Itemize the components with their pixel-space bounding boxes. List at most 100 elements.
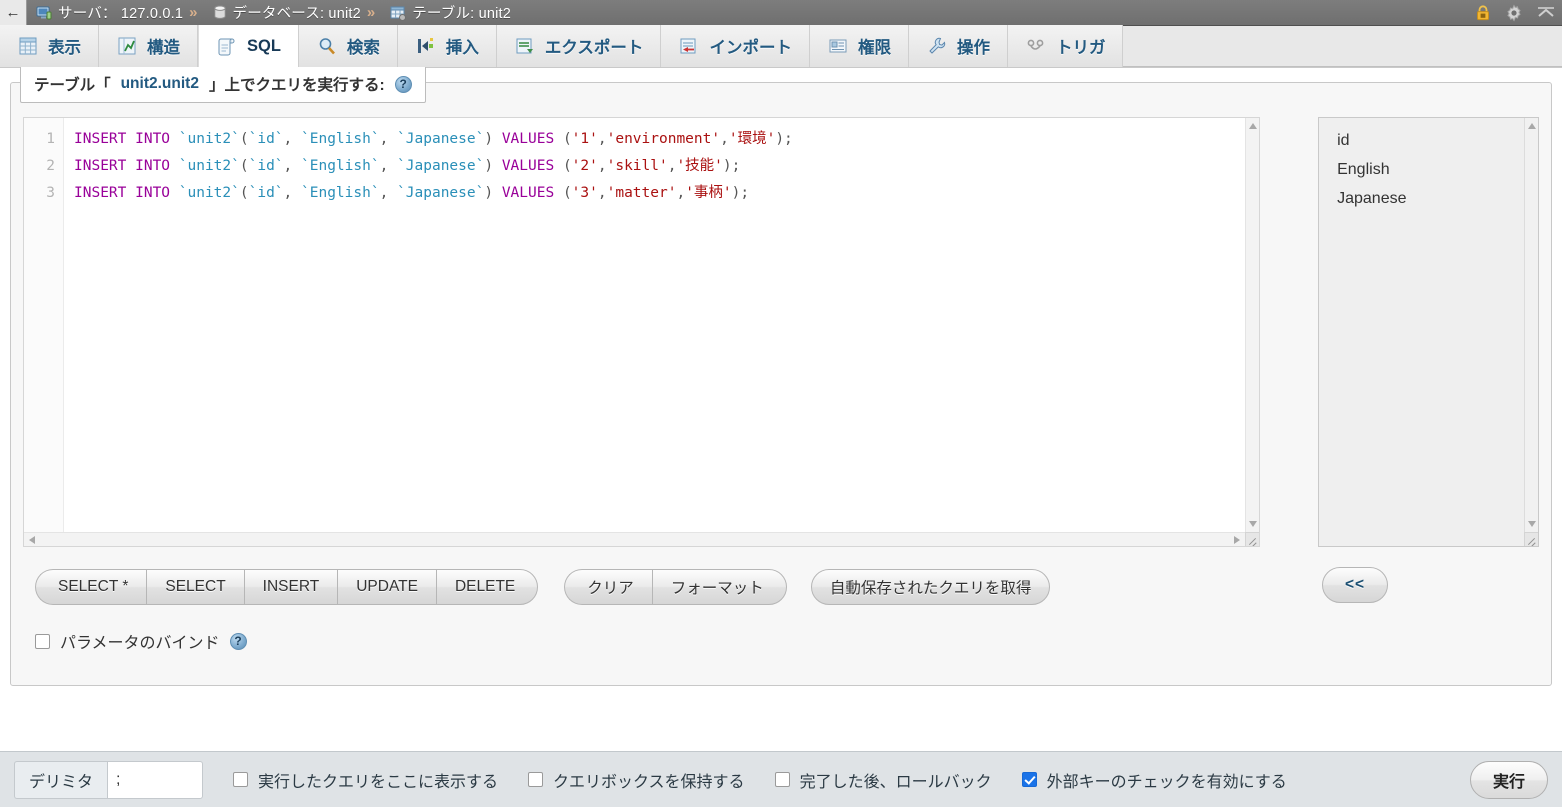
line-number: 2 [46,158,55,174]
scroll-left-arrow-icon[interactable] [29,536,35,544]
sql-token: `Japanese` [397,131,485,147]
breadcrumb-item-server[interactable]: サーバ： 127.0.0.1 [27,2,185,23]
sql-token: `unit2` [178,131,240,147]
editor-horizontal-scrollbar[interactable] [24,532,1246,546]
bind-parameters-label: パラメータのバインド [60,635,220,652]
scroll-up-arrow-icon[interactable] [1528,123,1536,129]
column-list-scrollbar[interactable] [1524,118,1538,532]
sql-code-content[interactable]: INSERT INTO `unit2`(`id`, `English`, `Ja… [64,118,1259,546]
scroll-down-arrow-icon[interactable] [1249,521,1258,527]
gear-icon[interactable] [1505,4,1523,22]
back-button[interactable]: ← [0,0,27,26]
bind-parameters-checkbox[interactable] [35,633,50,649]
column-list-item[interactable]: id [1319,126,1538,155]
sql-token: , [379,131,398,147]
tab-label: エクスポート [544,39,644,57]
padlock-icon[interactable] [1474,4,1492,22]
database-icon [213,5,227,21]
scroll-right-arrow-icon[interactable] [1234,536,1241,544]
tab-label: インポート [709,39,792,57]
scroll-down-arrow-icon[interactable] [1528,521,1536,527]
tab-insert[interactable]: 挿入 [397,25,497,67]
breadcrumb-table-label: テーブル: unit2 [412,6,512,22]
editor-resize-grip[interactable] [1245,532,1260,546]
foreign-key-check-checkbox[interactable] [1021,772,1037,787]
breadcrumb-right-actions [1474,0,1556,26]
sql-token: , [283,131,301,147]
sql-token: `id` [248,185,284,201]
delimiter-input[interactable] [107,760,204,799]
sql-token: '環境' [728,131,776,147]
sql-token: ( [562,131,572,147]
breadcrumb-separator: » [189,4,198,21]
tab-label: 表示 [48,39,81,57]
go-button[interactable]: 実行 [1469,760,1548,799]
sql-line: INSERT INTO `unit2`(`id`, `English`, `Ja… [74,126,1259,153]
breadcrumb-database-label: データベース: unit2 [232,6,361,22]
scroll-up-arrow-icon[interactable] [1249,123,1258,129]
select-button[interactable]: SELECT [146,569,244,605]
sql-token: `id` [248,158,284,174]
tab-operations[interactable]: 操作 [908,25,1008,67]
insert-button[interactable]: INSERT [243,569,338,605]
foreign-key-check-row[interactable]: 外部キーのチェックを有効にする [1021,768,1287,792]
privileges-icon [827,35,849,57]
sql-token: INSERT INTO [74,158,179,174]
get-autosaved-query-button[interactable]: 自動保存されたクエリを取得 [810,569,1051,605]
help-icon[interactable]: ? [394,75,412,93]
tab-search[interactable]: 検索 [298,25,398,67]
sql-icon [216,35,238,57]
foreign-key-check-label: 外部キーのチェックを有効にする [1046,773,1287,791]
rollback-checkbox[interactable] [774,772,790,787]
sql-token: 'environment' [606,131,721,147]
bottom-action-bar: デリミタ 実行したクエリをここに表示する クエリボックスを保持する 完了した後、… [0,751,1562,807]
search-icon [316,35,338,57]
operations-icon [926,35,948,57]
sql-editor[interactable]: 1 2 3 INSERT INTO `unit2`(`id`, `English… [23,117,1261,547]
sql-token: '2' [571,158,598,174]
panel-legend: テーブル「 unit2.unit2 」上でクエリを実行する: ? [20,65,426,103]
crud-button-group: SELECT * SELECT INSERT UPDATE DELETE [35,569,539,605]
clear-button[interactable]: クリア [564,569,652,605]
tab-browse[interactable]: 表示 [0,25,99,67]
show-query-checkbox-row[interactable]: 実行したクエリをここに表示する [233,768,498,792]
sql-token: ( [239,185,249,201]
editor-vertical-scrollbar[interactable] [1245,118,1260,532]
format-button[interactable]: フォーマット [651,569,787,605]
column-list-item[interactable]: English [1319,155,1538,184]
insert-icon [415,35,437,57]
sql-token: INSERT INTO [74,185,179,201]
delete-button[interactable]: DELETE [435,569,539,605]
collapse-chevron-icon[interactable] [1536,5,1556,21]
retain-query-box-checkbox[interactable] [528,772,544,787]
show-query-label: 実行したクエリをここに表示する [258,773,499,791]
update-button[interactable]: UPDATE [337,569,436,605]
export-icon [514,35,536,57]
insert-column-button[interactable]: << [1322,567,1388,603]
retain-query-box-checkbox-row[interactable]: クエリボックスを保持する [528,768,745,792]
select-star-button[interactable]: SELECT * [35,569,147,605]
tab-triggers[interactable]: トリガ [1007,25,1124,67]
structure-icon [116,35,138,57]
tab-privileges[interactable]: 権限 [809,25,909,67]
tab-structure[interactable]: 構造 [99,25,198,67]
rollback-checkbox-row[interactable]: 完了した後、ロールバック [774,768,992,792]
breadcrumb-item-database[interactable]: データベース: unit2 [204,2,363,23]
breadcrumb-item-table[interactable]: テーブル: unit2 [381,2,513,23]
column-list-item[interactable]: Japanese [1319,184,1538,213]
show-query-checkbox[interactable] [233,772,249,787]
tab-label: トリガ [1055,39,1106,57]
back-arrow-icon: ← [5,4,21,21]
sql-token: '事柄' [685,185,732,201]
tab-sql[interactable]: SQL [198,25,299,68]
sql-token: , [283,185,301,201]
tab-label: SQL [247,36,281,55]
column-list[interactable]: id English Japanese [1318,117,1539,547]
tab-import[interactable]: インポート [661,25,810,67]
help-icon[interactable]: ? [229,632,247,650]
delimiter-group: デリミタ [14,760,204,799]
table-icon [390,5,407,21]
sql-token: ( [239,158,249,174]
column-list-resize-grip[interactable] [1524,532,1538,546]
tab-export[interactable]: エクスポート [496,25,662,67]
